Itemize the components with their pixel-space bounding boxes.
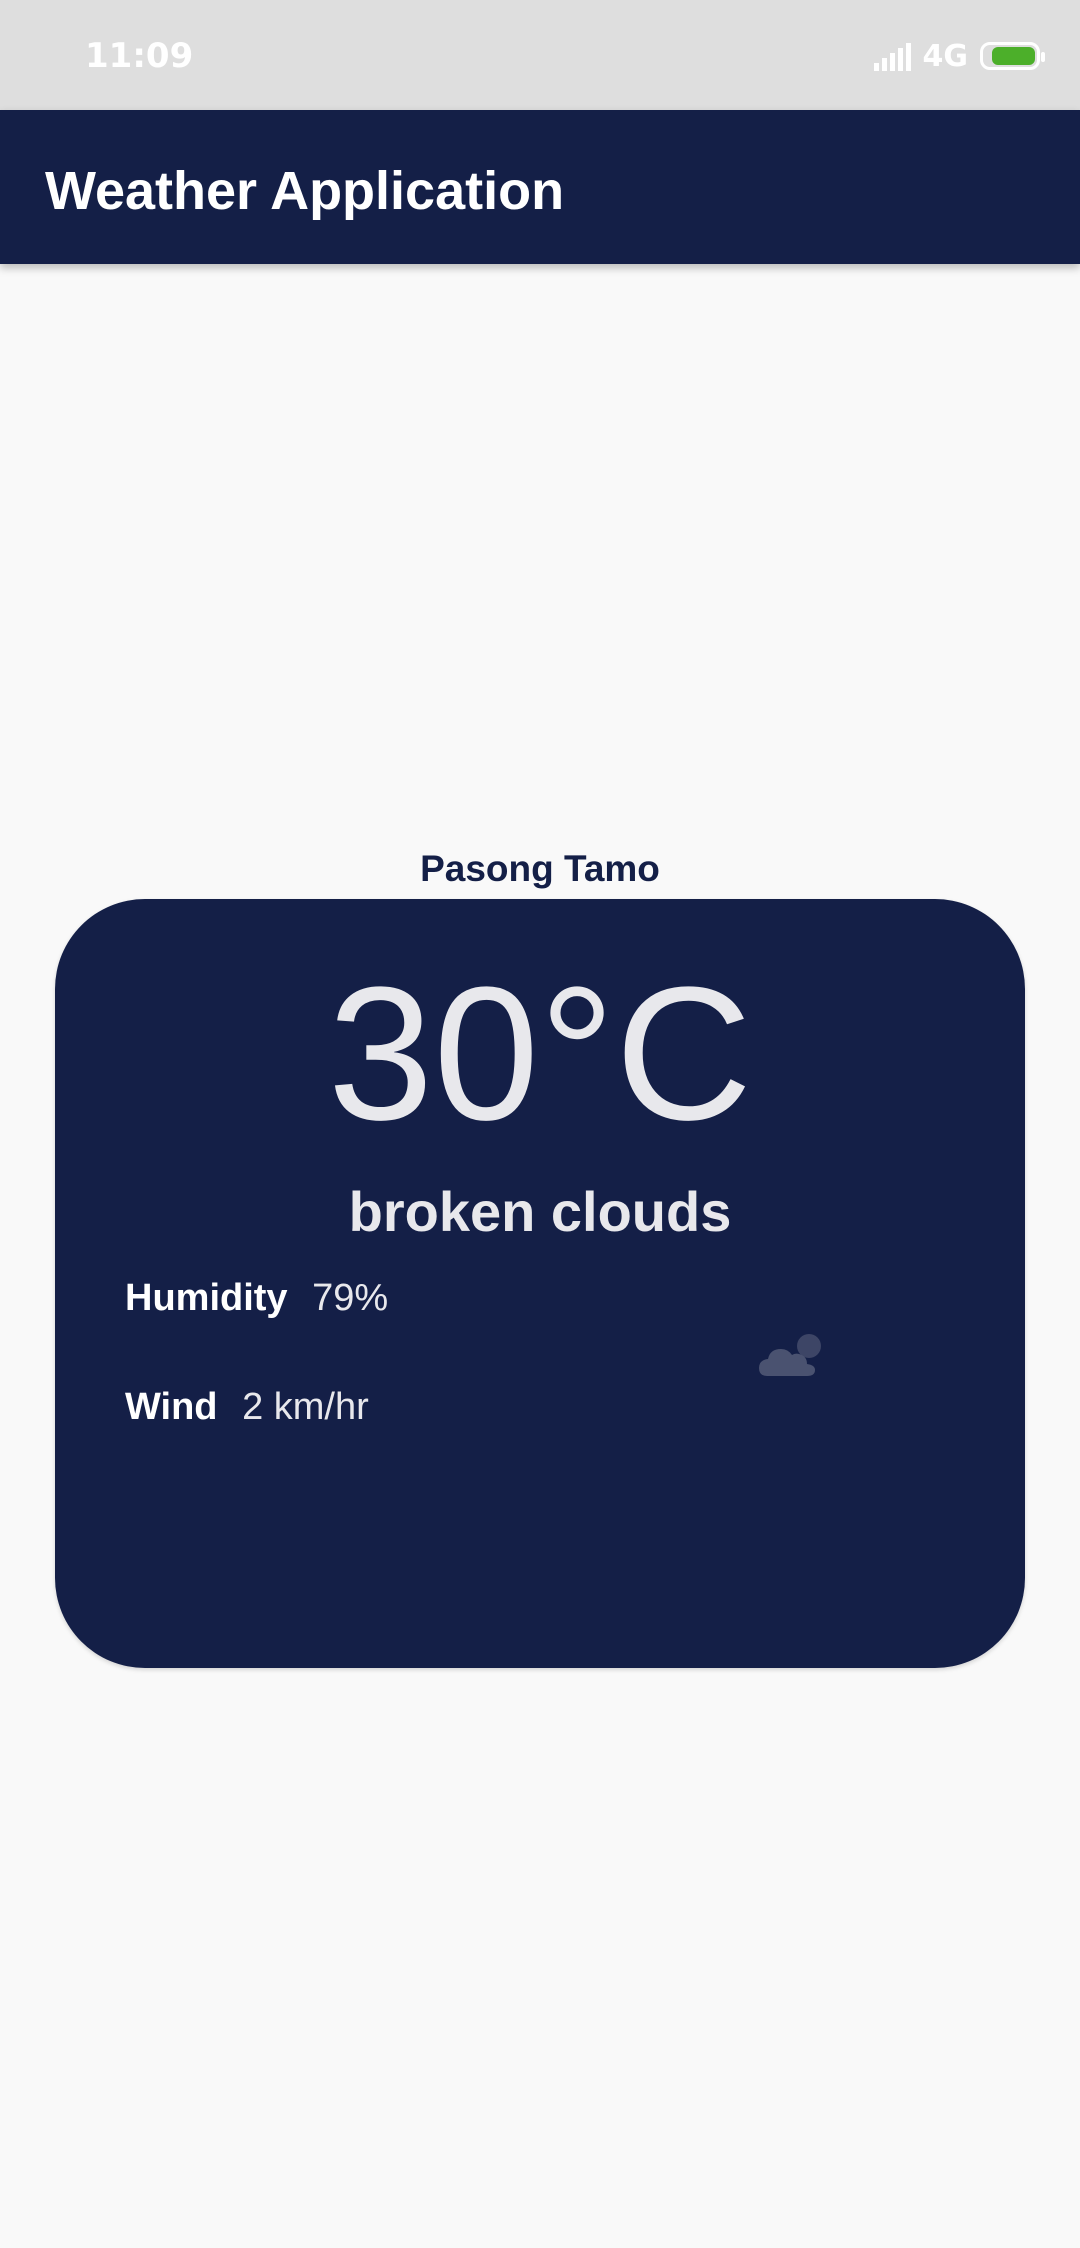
- status-icons: 4G: [873, 36, 1045, 76]
- app-bar: Weather Application: [0, 110, 1080, 264]
- broken-clouds-icon: [759, 1334, 821, 1376]
- location-name: Pasong Tamo: [420, 848, 660, 889]
- temperature: 30°C: [327, 948, 753, 1160]
- battery-level-fill: [992, 47, 1035, 65]
- battery-charging-icon: [980, 42, 1045, 70]
- wind-label: Wind: [125, 1386, 218, 1428]
- weather-description: broken clouds: [348, 1180, 732, 1243]
- network-type: 4G: [922, 38, 969, 74]
- wind-row: Wind 2 km/hr: [125, 1386, 369, 1429]
- humidity-label: Humidity: [125, 1277, 288, 1319]
- humidity-row: Humidity 79%: [125, 1277, 388, 1320]
- status-time: 11:09: [85, 36, 194, 76]
- signal-icon: [873, 41, 911, 71]
- app-title: Weather Application: [45, 161, 565, 221]
- weather-card: 30°C broken clouds Humidity 79% Wind 2 k…: [55, 899, 1025, 1668]
- wind-value: 2 km/hr: [242, 1386, 369, 1428]
- humidity-value: 79%: [312, 1277, 389, 1319]
- status-bar: 11:09 4G: [0, 0, 1080, 110]
